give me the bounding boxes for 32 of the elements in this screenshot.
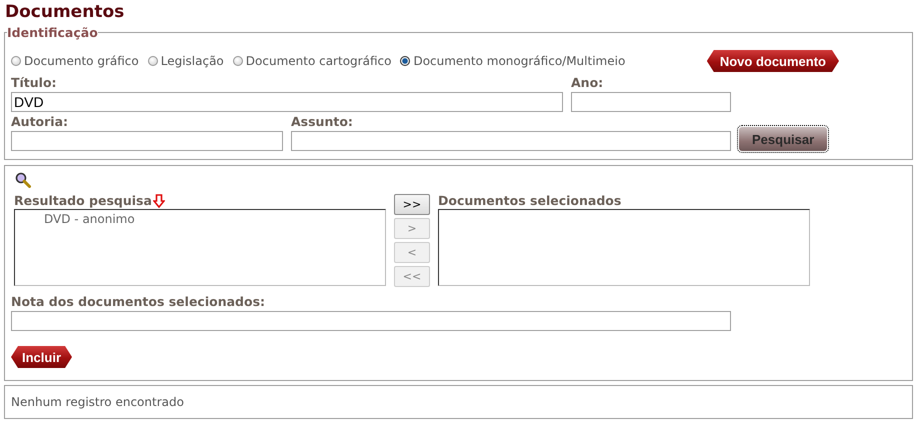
subject-field[interactable]	[291, 131, 731, 151]
radio-icon[interactable]	[232, 56, 243, 66]
list-item[interactable]: DVD - anonimo	[15, 210, 385, 226]
field-label: Nota dos documentos selecionados:	[11, 294, 266, 310]
radio-option[interactable]: Documento monográfico/Multimeio	[400, 54, 626, 68]
page-title: Documentos	[4, 1, 126, 24]
radio-icon[interactable]	[148, 56, 158, 66]
radio-option[interactable]: Legislação	[148, 54, 224, 68]
field-label: Autoria:	[11, 114, 70, 130]
search-button[interactable]: Pesquisar	[739, 127, 828, 151]
new-document-button[interactable]: Novo documento	[706, 50, 839, 72]
year-field[interactable]	[571, 92, 731, 112]
search-icon	[15, 172, 31, 188]
field-label: Resultado pesquisa	[14, 193, 152, 209]
title-field[interactable]: DVD	[11, 92, 563, 112]
results-list[interactable]: DVD - anonimo	[14, 209, 386, 286]
selected-list[interactable]	[438, 209, 810, 286]
status-message: Nenhum registro encontrado	[11, 395, 184, 409]
field-label: Título:	[11, 75, 58, 91]
field-label: Assunto:	[291, 114, 354, 130]
field-label: Ano:	[571, 75, 604, 91]
note-field[interactable]	[11, 311, 731, 331]
transfer-button[interactable]: >>	[394, 194, 430, 215]
radio-icon[interactable]	[11, 56, 21, 66]
section-legend: Identificação	[7, 25, 98, 40]
field-label: Documentos selecionados	[438, 193, 622, 209]
radio-icon[interactable]	[400, 56, 410, 66]
include-button[interactable]: Incluir	[11, 346, 72, 368]
radio-option[interactable]: Documento gráfico	[11, 54, 139, 68]
down-arrow-icon	[152, 194, 165, 208]
author-field[interactable]	[11, 131, 283, 151]
radio-option[interactable]: Documento cartográfico	[232, 54, 392, 68]
